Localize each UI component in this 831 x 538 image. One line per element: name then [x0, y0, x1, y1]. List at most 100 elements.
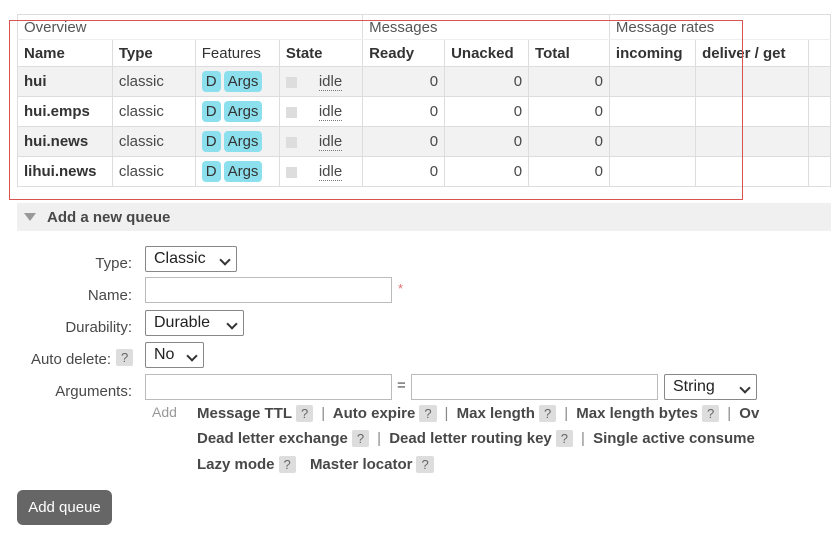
- overflow-cell: [808, 66, 831, 97]
- queue-name-link[interactable]: hui.news: [17, 126, 113, 157]
- durability-label: Durability:: [65, 319, 132, 336]
- feature-durable-badge: D: [201, 101, 221, 122]
- col-deliver[interactable]: deliver / get: [695, 39, 810, 67]
- queues-table: Overview Messages Message rates Name Typ…: [16, 14, 831, 187]
- queue-type: classic: [111, 156, 196, 187]
- chevron-down-icon: [226, 318, 238, 330]
- col-overflow: [808, 39, 831, 67]
- arguments-label: Arguments:: [55, 383, 132, 400]
- argument-type-value: String: [673, 378, 715, 395]
- ready-count: 0: [362, 156, 446, 187]
- feature-args-badge: Args: [223, 101, 263, 122]
- deliver-rate: [695, 96, 810, 127]
- overflow-cell: [808, 156, 831, 187]
- queue-features: D Args: [194, 66, 280, 97]
- feature-args-badge: Args: [223, 71, 263, 92]
- required-mark: *: [398, 281, 404, 296]
- state-indicator-icon: [285, 136, 297, 148]
- argument-key-input[interactable]: [145, 374, 392, 400]
- state-label: idle: [318, 133, 343, 151]
- help-icon[interactable]: ?: [296, 405, 314, 422]
- deliver-rate: [695, 66, 810, 97]
- feature-durable-badge: D: [201, 131, 221, 152]
- group-overview: Overview: [16, 14, 364, 40]
- argument-value-input[interactable]: [411, 374, 658, 400]
- arg-lazy-mode-link[interactable]: Lazy mode: [197, 456, 275, 473]
- overflow-cell: [808, 126, 831, 157]
- equals-sign: =: [397, 377, 406, 394]
- arg-message-ttl-link[interactable]: Message TTL: [197, 405, 292, 422]
- name-input[interactable]: [145, 277, 392, 303]
- help-icon[interactable]: ?: [538, 405, 557, 422]
- col-type[interactable]: Type: [111, 39, 196, 67]
- help-icon[interactable]: ?: [416, 456, 434, 473]
- group-rates: Message rates: [608, 14, 831, 40]
- ready-count: 0: [362, 66, 446, 97]
- arg-overflow-link[interactable]: Ov: [739, 405, 759, 422]
- arg-dead-letter-routing-key-link[interactable]: Dead letter routing key: [389, 430, 552, 447]
- arg-auto-expire-link[interactable]: Auto expire: [333, 405, 416, 422]
- argument-shortcuts-row-1: Message TTL? | Auto expire? | Max length? |…: [197, 405, 760, 422]
- queue-features: D Args: [194, 156, 280, 187]
- add-queue-section-header[interactable]: Add a new queue: [17, 203, 831, 231]
- type-select-value: Classic: [154, 250, 206, 267]
- queue-state: idle: [278, 96, 364, 127]
- collapse-triangle-icon: [24, 213, 36, 221]
- durability-select[interactable]: Durable: [145, 310, 244, 336]
- argument-shortcuts-row-2: Dead letter exchange? | Dead letter routi…: [197, 430, 755, 447]
- type-select[interactable]: Classic: [145, 246, 237, 272]
- queue-state: idle: [278, 126, 364, 157]
- autodelete-help-icon[interactable]: ?: [116, 349, 134, 366]
- table-row: hui classic D Args idle 0 0 0: [17, 66, 831, 97]
- autodelete-label: Auto delete:: [30, 351, 111, 368]
- arg-dead-letter-exchange-link[interactable]: Dead letter exchange: [197, 430, 348, 447]
- state-indicator-icon: [285, 166, 297, 178]
- help-icon[interactable]: ?: [351, 430, 370, 447]
- table-row: hui.news classic D Args idle 0 0 0: [17, 126, 831, 157]
- col-unacked[interactable]: Unacked: [444, 39, 530, 67]
- unacked-count: 0: [444, 126, 530, 157]
- add-queue-button[interactable]: Add queue: [17, 490, 112, 525]
- state-indicator-icon: [285, 76, 297, 88]
- incoming-rate: [608, 156, 697, 187]
- arg-single-active-consumer-link[interactable]: Single active consume: [593, 430, 755, 447]
- col-features: Features: [194, 39, 280, 67]
- total-count: 0: [528, 66, 610, 97]
- col-incoming[interactable]: incoming: [608, 39, 697, 67]
- queue-name-link[interactable]: lihui.news: [17, 156, 113, 187]
- autodelete-select[interactable]: No: [145, 342, 204, 368]
- col-total[interactable]: Total: [528, 39, 610, 67]
- ready-count: 0: [362, 96, 446, 127]
- state-label: idle: [318, 73, 343, 91]
- add-argument-label: Add: [152, 404, 177, 420]
- feature-durable-badge: D: [201, 161, 221, 182]
- help-icon[interactable]: ?: [278, 456, 296, 473]
- unacked-count: 0: [444, 96, 530, 127]
- help-icon[interactable]: ?: [555, 430, 573, 447]
- help-icon[interactable]: ?: [419, 405, 437, 422]
- queue-name-link[interactable]: hui: [17, 66, 113, 97]
- argument-type-select[interactable]: String: [664, 374, 757, 400]
- ready-count: 0: [362, 126, 446, 157]
- queue-type: classic: [111, 96, 196, 127]
- queue-features: D Args: [194, 126, 280, 157]
- table-row: hui.emps classic D Args idle 0 0 0: [17, 96, 831, 127]
- col-name[interactable]: Name: [17, 39, 113, 67]
- arg-master-locator-link[interactable]: Master locator: [310, 456, 413, 473]
- chevron-down-icon: [739, 382, 751, 394]
- queue-name-link[interactable]: hui.emps: [17, 96, 113, 127]
- state-label: idle: [318, 103, 343, 121]
- col-state[interactable]: State: [278, 39, 364, 67]
- deliver-rate: [695, 156, 810, 187]
- total-count: 0: [528, 156, 610, 187]
- col-ready[interactable]: Ready: [362, 39, 446, 67]
- chevron-down-icon: [219, 254, 231, 266]
- arg-max-length-link[interactable]: Max length: [457, 405, 535, 422]
- incoming-rate: [608, 66, 697, 97]
- section-title: Add a new queue: [47, 209, 171, 226]
- help-icon[interactable]: ?: [701, 405, 720, 422]
- autodelete-select-value: No: [154, 346, 175, 363]
- arg-max-length-bytes-link[interactable]: Max length bytes: [576, 405, 698, 422]
- table-row: lihui.news classic D Args idle 0 0 0: [17, 156, 831, 187]
- state-label: idle: [318, 163, 343, 181]
